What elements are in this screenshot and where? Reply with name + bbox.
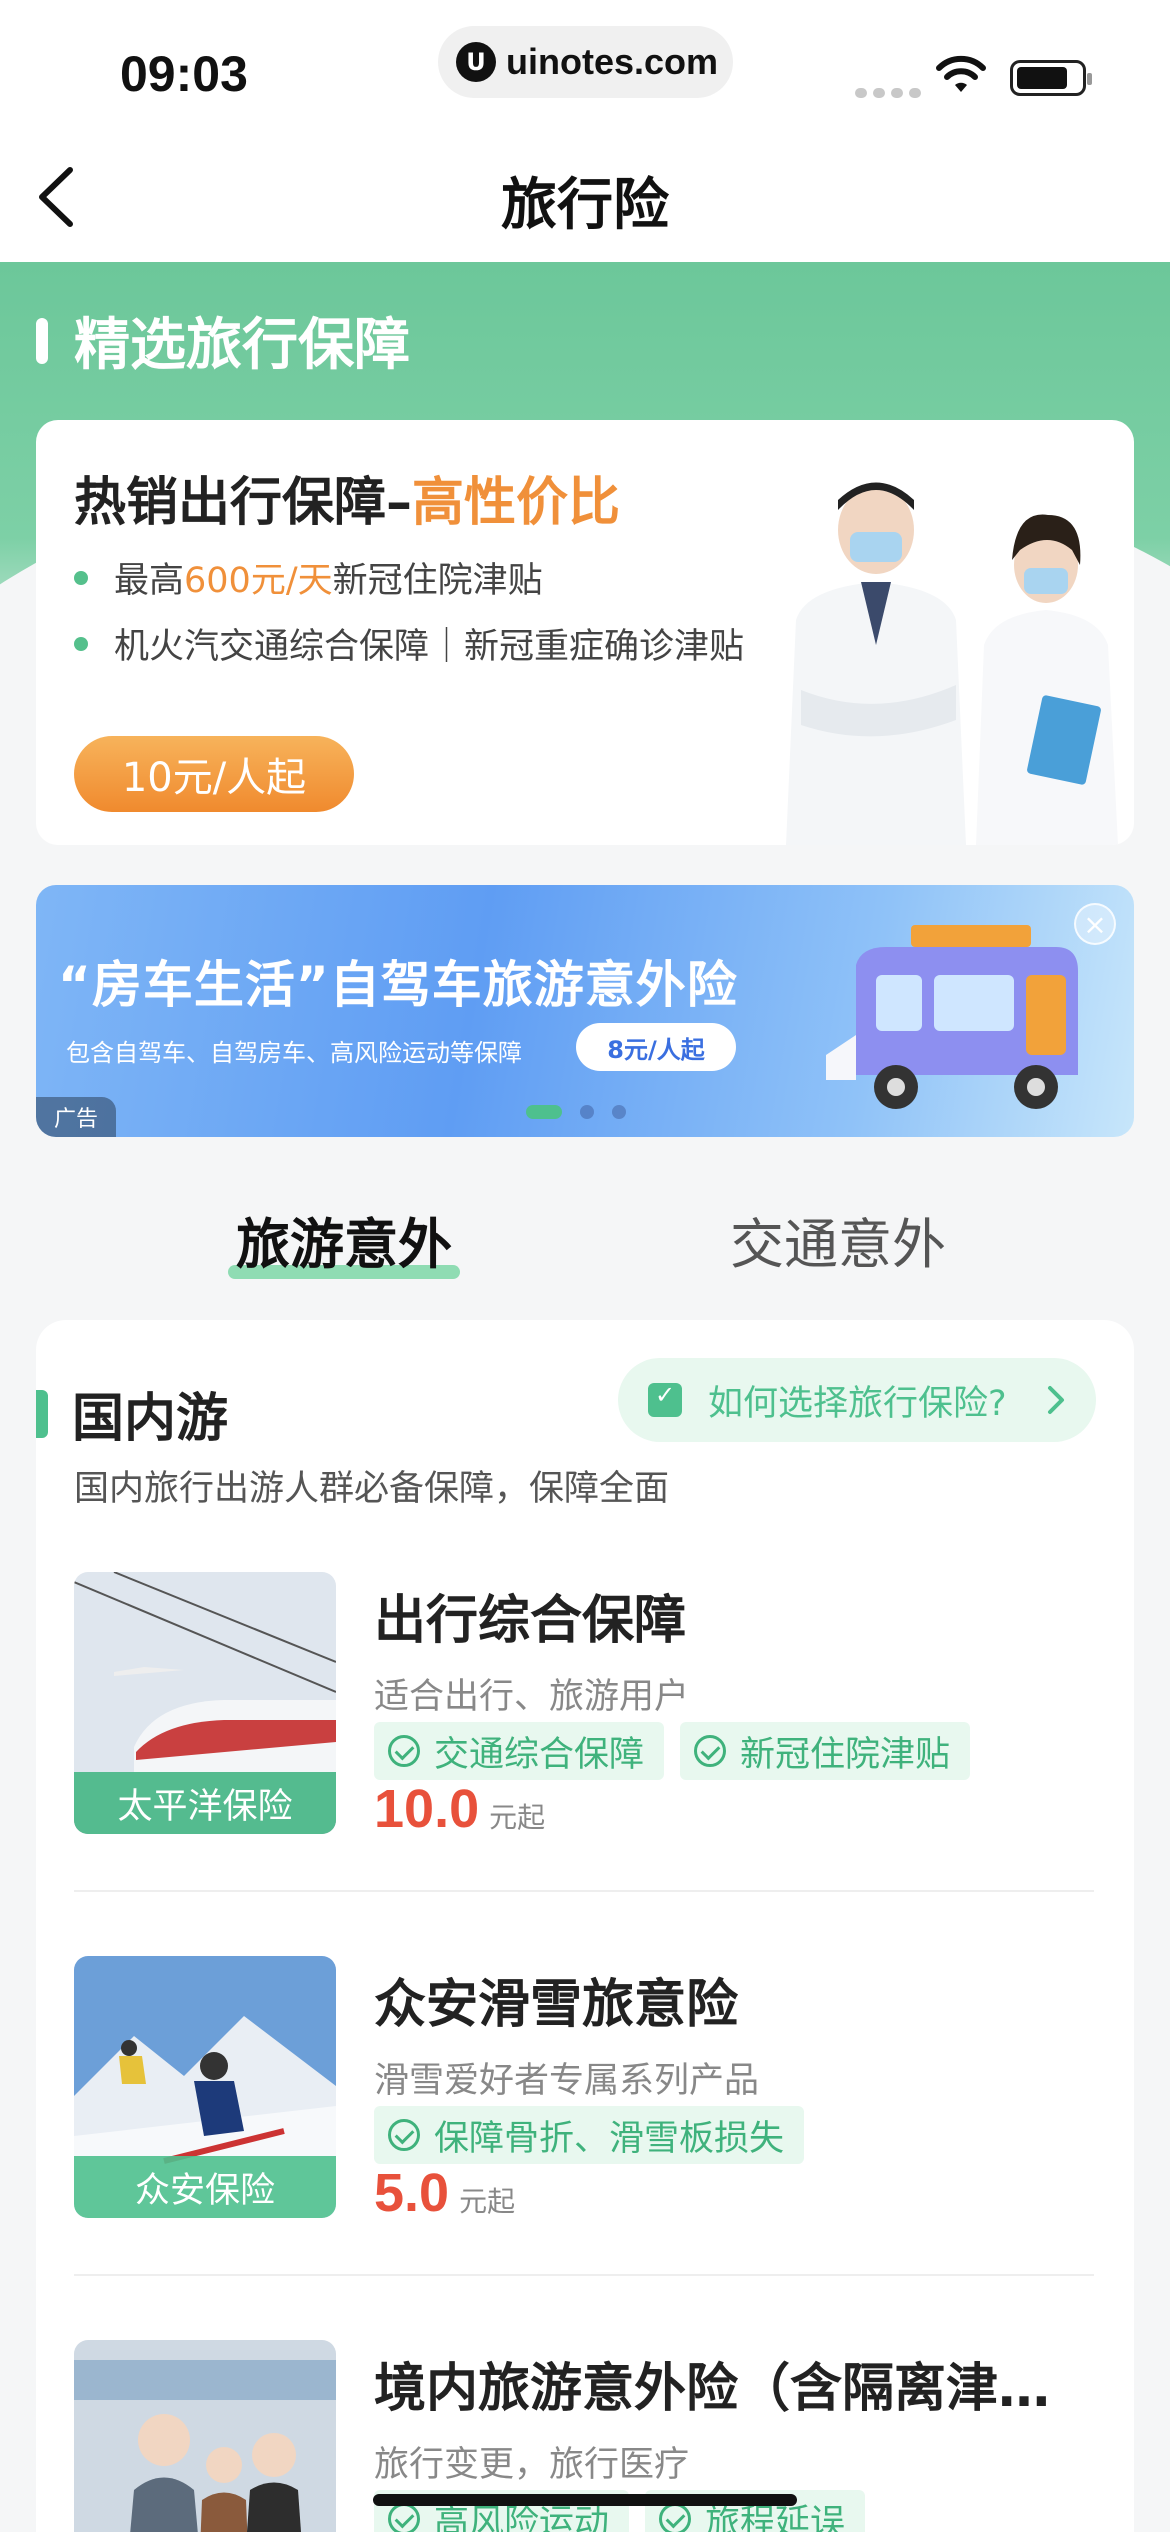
promo-title: 热销出行保障–高性价比 <box>74 460 620 535</box>
promo-bullet-2: 机火汽交通综合保障｜新冠重症确诊津贴 <box>74 618 744 669</box>
tag-text: 新冠住院津贴 <box>740 1734 951 1775</box>
product-thumbnail: 众安保险 <box>74 1956 336 2218</box>
ad-banner[interactable]: “房车生活”自驾车旅游意外险 包含自驾车、自驾房车、高风险运动等保障 8元/人起… <box>36 885 1134 1137</box>
price-unit: 元起 <box>459 2185 516 2218</box>
promo-title-highlight: 高性价比 <box>412 473 621 533</box>
product-item[interactable]: 众安保险 众安滑雪旅意险 滑雪爱好者专属系列产品 保障骨折、滑雪板损失 5.0 … <box>74 1956 1094 2223</box>
ad-subtitle: 包含自驾车、自驾房车、高风险运动等保障 <box>66 1039 522 1067</box>
product-desc: 滑雪爱好者专属系列产品 <box>374 2061 760 2101</box>
product-thumbnail <box>74 2340 336 2532</box>
product-tags: 交通综合保障 新冠住院津贴 <box>374 1722 971 1780</box>
wifi-icon <box>936 55 986 92</box>
section-subtitle: 国内旅行出游人群必备保障，保障全面 <box>74 1469 670 1509</box>
url-text: uinotes.com <box>506 41 719 82</box>
tab-label: 交通意外 <box>730 1213 946 1276</box>
section-title: 国内游 <box>36 1376 228 1451</box>
promo-title-prefix: 热销出行保障– <box>74 473 413 533</box>
carousel-dot[interactable] <box>612 1105 626 1119</box>
status-bar: 09:03 U uinotes.com <box>0 0 1170 130</box>
price-value: 10.0 <box>374 1779 480 1839</box>
camper-van-illustration <box>826 925 1078 1109</box>
bullet-dot-icon <box>74 570 88 585</box>
nav-bar: 旅行险 <box>0 130 1170 262</box>
tab-traffic-accident[interactable]: 交通意外 <box>730 1200 946 1279</box>
insurer-label: 太平洋保险 <box>74 1772 336 1834</box>
hero-section-title-text: 精选旅行保障 <box>74 313 410 378</box>
section-title-text: 国内游 <box>72 1389 229 1449</box>
product-desc: 旅行变更，旅行医疗 <box>374 2445 690 2485</box>
ad-close-icon[interactable]: × <box>1074 903 1116 945</box>
doctors-illustration <box>786 482 1118 845</box>
product-price: 5.0 元起 <box>374 2162 515 2224</box>
price-unit: 元起 <box>489 1801 546 1834</box>
check-circle-icon <box>694 1735 727 1767</box>
promo-bullet-1: 最高 600元/天 新冠住院津贴 <box>74 552 543 603</box>
status-time: 09:03 <box>120 46 248 102</box>
tag-text: 交通综合保障 <box>434 1734 645 1775</box>
carousel-dots <box>526 1105 626 1119</box>
product-name: 境内旅游意外险（含隔离津… <box>374 2359 1051 2419</box>
tab-label: 旅游意外 <box>236 1213 452 1276</box>
promo-card[interactable]: 热销出行保障–高性价比 最高 600元/天 新冠住院津贴 机火汽交通综合保障｜新冠重… <box>36 420 1134 845</box>
promo-bullet-1-highlight: 600元/天 <box>184 561 333 601</box>
insurance-guide-link[interactable]: 如何选择旅行保险? <box>618 1358 1096 1442</box>
divider <box>74 1890 1094 1892</box>
tag-text: 保障骨折、滑雪板损失 <box>434 2118 785 2159</box>
category-tabs: 旅游意外 交通意外 <box>0 1180 1170 1290</box>
section-accent-bar <box>36 1389 48 1438</box>
coverage-tag: 新冠住院津贴 <box>680 1722 971 1780</box>
guide-link-text: 如何选择旅行保险? <box>708 1383 1007 1424</box>
site-logo-icon: U <box>456 42 496 82</box>
carousel-dot-active[interactable] <box>526 1105 562 1119</box>
home-indicator[interactable] <box>373 2494 797 2506</box>
chevron-right-icon <box>1048 1386 1064 1414</box>
hero-section-title: 精选旅行保障 <box>36 300 410 381</box>
guide-book-icon <box>648 1381 682 1417</box>
cellular-signal-icon <box>855 88 921 98</box>
coverage-tag: 保障骨折、滑雪板损失 <box>374 2106 805 2164</box>
tab-travel-accident[interactable]: 旅游意外 <box>228 1200 460 1279</box>
product-desc: 适合出行、旅游用户 <box>374 1677 690 1717</box>
carousel-dot[interactable] <box>580 1105 594 1119</box>
insurer-label: 众安保险 <box>74 2156 336 2218</box>
title-accent-bar <box>36 317 48 364</box>
check-circle-icon <box>388 2503 420 2532</box>
check-circle-icon <box>388 1735 420 1767</box>
product-thumbnail: 太平洋保险 <box>74 1572 336 1834</box>
page-title: 旅行险 <box>501 173 669 238</box>
promo-price-button[interactable]: 10元/人起 <box>74 736 354 812</box>
promo-bullet-1-post: 新冠住院津贴 <box>332 561 543 601</box>
ad-label-tag: 广告 <box>36 1097 116 1137</box>
price-value: 5.0 <box>374 2163 450 2223</box>
check-circle-icon <box>659 2503 692 2532</box>
product-item[interactable]: 太平洋保险 出行综合保障 适合出行、旅游用户 交通综合保障 新冠住院津贴 10.… <box>74 1572 1094 1839</box>
promo-bullet-1-pre: 最高 <box>114 561 185 601</box>
check-circle-icon <box>388 2119 420 2151</box>
url-pill[interactable]: U uinotes.com <box>438 26 733 98</box>
family-travel-image <box>74 2340 336 2532</box>
coverage-tag: 交通综合保障 <box>374 1722 665 1780</box>
ad-title: “房车生活”自驾车旅游意外险 <box>58 956 738 1014</box>
product-name: 出行综合保障 <box>374 1591 687 1651</box>
bullet-dot-icon <box>74 636 88 651</box>
product-price: 10.0 元起 <box>374 1778 545 1840</box>
ad-price-button[interactable]: 8元/人起 <box>576 1023 736 1071</box>
divider <box>74 2274 1094 2276</box>
product-name: 众安滑雪旅意险 <box>374 1975 739 2035</box>
product-list-card: 国内游 国内旅行出游人群必备保障，保障全面 如何选择旅行保险? 太平洋保险 出行… <box>36 1320 1134 2532</box>
battery-icon <box>1010 60 1092 96</box>
product-tags: 保障骨折、滑雪板损失 <box>374 2106 805 2164</box>
promo-bullet-2-text: 机火汽交通综合保障｜新冠重症确诊津贴 <box>114 627 745 667</box>
